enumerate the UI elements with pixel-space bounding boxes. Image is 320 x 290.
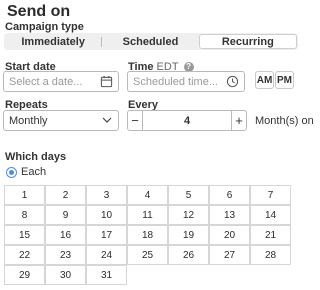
day-cell[interactable]: 27 bbox=[209, 245, 250, 265]
day-cell[interactable]: 22 bbox=[4, 245, 45, 265]
each-radio-label: Each bbox=[21, 166, 47, 178]
day-cell[interactable]: 14 bbox=[250, 205, 291, 225]
day-cell[interactable]: 11 bbox=[127, 205, 168, 225]
day-cell[interactable]: 28 bbox=[250, 245, 291, 265]
time-placeholder: Scheduled time... bbox=[133, 75, 218, 88]
calendar-icon[interactable] bbox=[100, 75, 113, 88]
campaign-type-segmented-control: Immediately Scheduled Recurring bbox=[4, 33, 298, 50]
day-cell[interactable]: 6 bbox=[209, 185, 250, 205]
day-cell[interactable]: 1 bbox=[4, 185, 45, 205]
day-cell[interactable]: 2 bbox=[45, 185, 86, 205]
day-cell[interactable]: 15 bbox=[4, 225, 45, 245]
day-cell[interactable]: 25 bbox=[127, 245, 168, 265]
day-cell[interactable]: 20 bbox=[209, 225, 250, 245]
repeats-select[interactable]: Monthly bbox=[3, 110, 119, 131]
start-date-placeholder: Select a date... bbox=[9, 75, 83, 88]
day-cell[interactable]: 4 bbox=[127, 185, 168, 205]
day-cell[interactable]: 18 bbox=[127, 225, 168, 245]
am-button[interactable]: AM bbox=[255, 71, 274, 89]
day-cell[interactable]: 19 bbox=[168, 225, 209, 245]
day-cell[interactable]: 12 bbox=[168, 205, 209, 225]
day-cell[interactable]: 21 bbox=[250, 225, 291, 245]
option-immediately[interactable]: Immediately bbox=[5, 34, 101, 49]
increment-button[interactable]: + bbox=[231, 111, 246, 130]
day-cell[interactable]: 26 bbox=[168, 245, 209, 265]
day-cell[interactable]: 7 bbox=[250, 185, 291, 205]
page-title: Send on bbox=[7, 3, 71, 20]
day-cell[interactable]: 8 bbox=[4, 205, 45, 225]
day-cell[interactable]: 5 bbox=[168, 185, 209, 205]
day-cell[interactable]: 17 bbox=[86, 225, 127, 245]
day-cell[interactable]: 13 bbox=[209, 205, 250, 225]
campaign-type-label: Campaign type bbox=[5, 21, 84, 33]
day-cell[interactable]: 9 bbox=[45, 205, 86, 225]
every-value[interactable]: 4 bbox=[143, 115, 231, 127]
day-cell[interactable]: 16 bbox=[45, 225, 86, 245]
decrement-button[interactable]: − bbox=[128, 111, 143, 130]
start-date-input[interactable]: Select a date... bbox=[3, 71, 119, 92]
every-stepper: − 4 + bbox=[127, 110, 247, 131]
help-icon[interactable]: ? bbox=[183, 61, 194, 72]
time-input[interactable]: Scheduled time... bbox=[127, 71, 245, 92]
which-days-label: Which days bbox=[5, 151, 67, 163]
day-cell[interactable]: 10 bbox=[86, 205, 127, 225]
repeats-value: Monthly bbox=[9, 114, 48, 127]
radio-selected-dot bbox=[9, 169, 14, 175]
day-cell[interactable]: 24 bbox=[86, 245, 127, 265]
each-radio-option[interactable]: Each bbox=[6, 166, 46, 178]
day-cell[interactable]: 29 bbox=[4, 265, 45, 285]
day-cell[interactable]: 30 bbox=[45, 265, 86, 285]
day-cell[interactable]: 23 bbox=[45, 245, 86, 265]
day-cell[interactable]: 31 bbox=[86, 265, 127, 285]
every-unit-text: Month(s) on bbox=[255, 115, 314, 127]
chevron-down-icon bbox=[102, 117, 112, 123]
clock-icon bbox=[226, 75, 239, 88]
radio-button[interactable] bbox=[6, 166, 17, 178]
pm-button[interactable]: PM bbox=[275, 71, 294, 89]
option-scheduled[interactable]: Scheduled bbox=[102, 34, 198, 49]
day-grid: 1 2 3 4 5 6 7 8 9 10 11 12 13 14 15 16 17 18 19 20 21 22 23 24 2… bbox=[4, 185, 294, 285]
day-cell[interactable]: 3 bbox=[86, 185, 127, 205]
option-recurring[interactable]: Recurring bbox=[198, 34, 297, 49]
